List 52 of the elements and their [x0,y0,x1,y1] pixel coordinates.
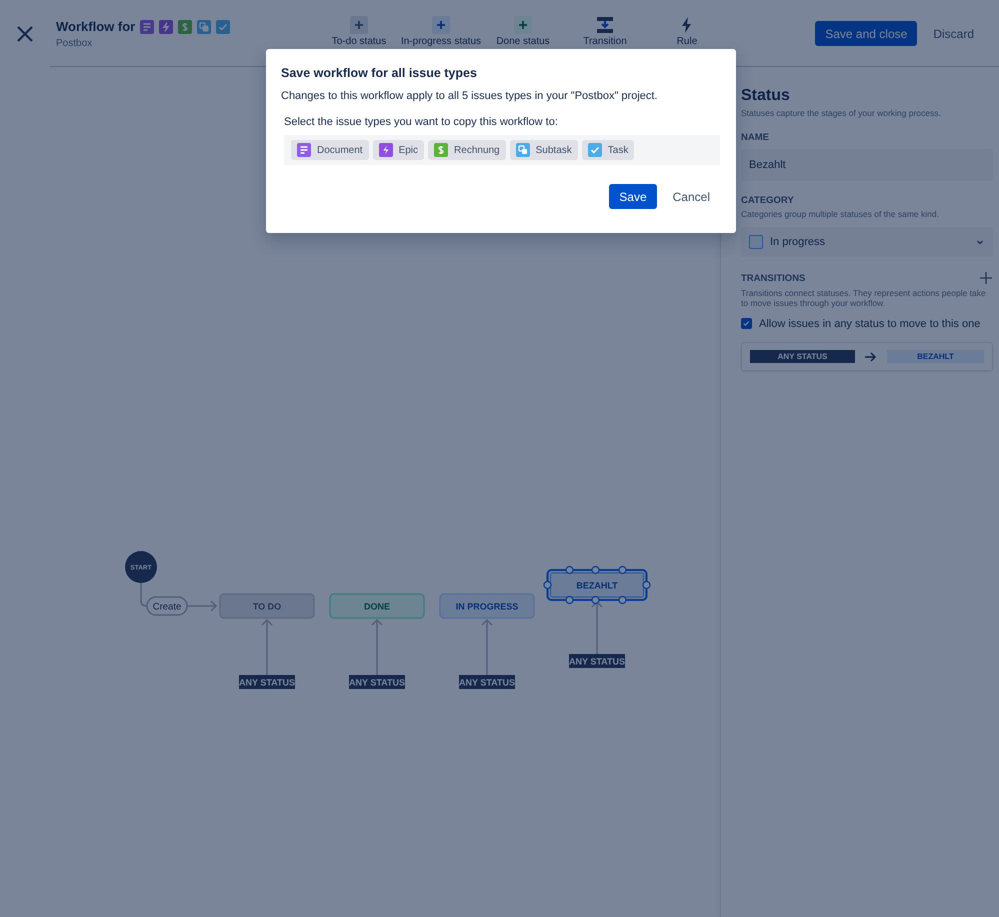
transitions-description: Transitions connect statuses. They represent actions people take to move issues through your workflow. [741,288,987,308]
any-status-label: ANY STATUS [569,654,625,668]
save-button[interactable]: Save [609,184,657,209]
issue-type-name: Document [317,144,363,156]
transition-arrow [371,618,383,676]
discard-button[interactable]: Discard [923,21,984,46]
add-icon[interactable] [979,271,993,285]
plus-icon [432,16,450,34]
toolbar-button[interactable]: In-progress status [400,16,482,47]
status-node[interactable]: DONE [329,593,425,619]
panel-title: Status [741,87,791,105]
workflow-title: Workflow for [56,19,136,34]
checkbox[interactable] [741,318,752,329]
any-status-label: ANY STATUS [349,675,405,689]
dialog-message: Changes to this workflow apply to all 5 issues types in your "Postbox" project. [281,90,658,102]
transition-arrow [261,618,273,676]
any-status-label: ANY STATUS [239,675,295,689]
issue-type-name: Task [608,144,628,156]
issue-type-name: Subtask [536,144,572,156]
toolbar-button[interactable]: Done status [482,16,564,47]
plus-icon [514,16,532,34]
toolbar-button[interactable]: Rule [646,16,728,47]
status-node[interactable]: IN PROGRESS [439,593,535,619]
cancel-button[interactable]: Cancel [662,184,720,209]
project-name: Postbox [56,38,94,49]
issue-type-name: Rechnung [454,144,500,156]
transitions-label: TRANSITIONS [741,272,806,284]
transition-icon [596,16,614,34]
status-node[interactable]: TO DO [219,593,315,619]
any-status-label: ANY STATUS [459,675,515,689]
to-status-lozenge: BEZAHLT [887,350,984,363]
category-select[interactable]: In progress [741,227,993,257]
checkbox-label: Allow issues in any status to move to this one [759,317,980,332]
toolbar-button[interactable]: Transition [564,16,646,47]
plus-icon [350,16,368,34]
create-transition[interactable]: Create [146,596,188,616]
dialog-title: Save workflow for all issue types [281,66,478,80]
from-status-lozenge: ANY STATUS [750,350,855,363]
arrow-icon [865,352,877,362]
panel-description: Statuses capture the stages of your working process. [741,108,942,118]
name-field[interactable]: Bezahlt [741,149,993,181]
category-description: Categories group multiple statuses of the same kind. [741,209,940,219]
transition-arrow [591,600,603,655]
issue-type-name: Epic [398,144,418,156]
transition-arrow [481,618,493,676]
connector-line [140,583,148,607]
category-label: CATEGORY [741,195,795,206]
dialog-prompt: Select the issue types you want to copy this workflow to: [284,116,559,128]
transition-arrow [186,600,218,612]
name-label: NAME [741,132,770,143]
save-close-button[interactable]: Save and close [815,21,918,46]
toolbar-button[interactable]: To-do status [318,16,400,47]
